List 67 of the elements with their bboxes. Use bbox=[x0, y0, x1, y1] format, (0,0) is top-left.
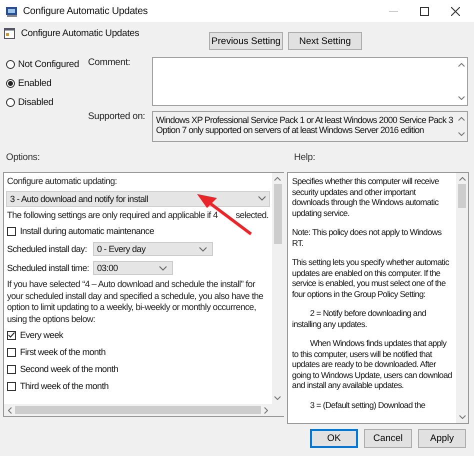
options-label: Options: bbox=[6, 152, 41, 165]
update-mode-dropdown[interactable]: 3 - Auto download and notify for install bbox=[6, 190, 270, 206]
scroll-left-icon[interactable] bbox=[8, 406, 12, 414]
scroll-right-icon[interactable] bbox=[264, 406, 268, 414]
dialog-button[interactable]: Cancel bbox=[364, 429, 412, 448]
scroll-down-icon[interactable] bbox=[274, 396, 282, 400]
scroll-down-icon[interactable] bbox=[458, 132, 465, 136]
radio-button[interactable] bbox=[6, 98, 15, 106]
checkbox[interactable] bbox=[7, 348, 16, 356]
help-label: Help: bbox=[294, 152, 316, 165]
checkbox-label[interactable]: First week of the month bbox=[20, 347, 106, 357]
window-title: Configure Automatic Updates bbox=[23, 6, 149, 16]
radio-button[interactable] bbox=[6, 78, 15, 88]
dialog-button[interactable]: Apply bbox=[418, 429, 466, 448]
supported-on-label: Supported on: bbox=[88, 111, 146, 124]
scroll-up-icon[interactable] bbox=[274, 177, 282, 181]
scroll-up-icon[interactable] bbox=[458, 177, 466, 181]
settings-page-icon bbox=[4, 28, 15, 39]
option-text: Configure automatic updating: bbox=[7, 176, 118, 188]
checkbox[interactable] bbox=[7, 226, 16, 236]
schedule-dropdown[interactable]: 0 - Every day bbox=[93, 242, 213, 256]
radio-label[interactable]: Not Configured bbox=[18, 58, 80, 70]
policy-icon bbox=[6, 5, 18, 17]
option-text: selected. bbox=[236, 210, 269, 221]
radio-label[interactable]: Enabled bbox=[18, 78, 52, 88]
checkbox-label[interactable]: Third week of the month bbox=[20, 381, 108, 391]
radio-label[interactable]: Disabled bbox=[18, 96, 54, 108]
scrollbar-thumb[interactable] bbox=[15, 406, 261, 414]
help-paragraph: Specifies whether this computer will receive security updates and other important downloads through the Windows automatic updating service. bbox=[292, 176, 440, 218]
help-paragraph: 3 = (Default setting) Download the bbox=[309, 400, 426, 410]
scroll-up-icon[interactable] bbox=[458, 63, 465, 67]
checkbox-label[interactable]: Every week bbox=[20, 330, 64, 340]
option-text: If you have selected “4 – Auto download and schedule the install” for your scheduled install day and specified a schedule, you also have the option to limit updating to a weekly, bi-weekly or monthly occurrence, using the options below: bbox=[7, 279, 264, 325]
next-setting-button[interactable]: Next Setting bbox=[288, 32, 362, 50]
caret-icon bbox=[159, 266, 167, 270]
schedule-dropdown[interactable]: 03:00 bbox=[93, 261, 173, 275]
dialog-button[interactable]: OK bbox=[310, 429, 358, 448]
comment-label: Comment: bbox=[88, 57, 132, 70]
field-label: Scheduled install time: bbox=[7, 263, 90, 273]
option-text: The following settings are only required and applicable if 4 bbox=[7, 210, 218, 221]
checkbox[interactable] bbox=[7, 382, 16, 390]
scrollbar[interactable] bbox=[4, 404, 272, 416]
close-icon[interactable] bbox=[451, 6, 460, 16]
scroll-down-icon[interactable] bbox=[458, 415, 466, 419]
scroll-down-icon[interactable] bbox=[458, 96, 465, 100]
help-paragraph: This setting lets you specify whether automatic updates are enabled on this computer. If the service is enabled, you must select one of the four options in the Group Policy Setting: bbox=[292, 257, 450, 299]
checkbox-label[interactable]: Second week of the month bbox=[20, 364, 118, 374]
supported-on-field: Windows XP Professional Service Pack 1 or At least Windows 2000 Service Pack 3 Option 7 only supported on servers of at least Windows Server 2016 edition bbox=[152, 111, 468, 142]
caret-icon bbox=[258, 196, 266, 201]
checkbox[interactable] bbox=[7, 330, 16, 340]
radio-button[interactable] bbox=[6, 60, 15, 68]
help-paragraph: When Windows finds updates that apply to this computer, users will be notified that updates are ready to be downloaded. After going to Windows Update, users can download and install any available updates. bbox=[292, 338, 453, 390]
checkbox-label[interactable]: Install during automatic maintenance bbox=[20, 226, 154, 236]
scrollbar[interactable] bbox=[456, 173, 468, 423]
checkbox[interactable] bbox=[7, 364, 16, 374]
scrollbar[interactable] bbox=[272, 173, 284, 404]
comment-field[interactable] bbox=[152, 57, 468, 106]
scroll-up-icon[interactable] bbox=[458, 117, 465, 121]
maximize-icon[interactable] bbox=[420, 6, 429, 16]
scrollbar-thumb[interactable] bbox=[458, 184, 466, 208]
help-paragraph: Note: This policy does not apply to Windows RT. bbox=[292, 227, 442, 248]
setting-title: Configure Automatic Updates bbox=[21, 28, 140, 39]
field-label: Scheduled install day: bbox=[7, 244, 88, 254]
help-paragraph: 2 = Notify before downloading and installing any updates. bbox=[292, 308, 428, 329]
caret-icon bbox=[199, 246, 207, 252]
previous-setting-button[interactable]: Previous Setting bbox=[209, 32, 283, 50]
scrollbar-thumb[interactable] bbox=[274, 184, 282, 244]
